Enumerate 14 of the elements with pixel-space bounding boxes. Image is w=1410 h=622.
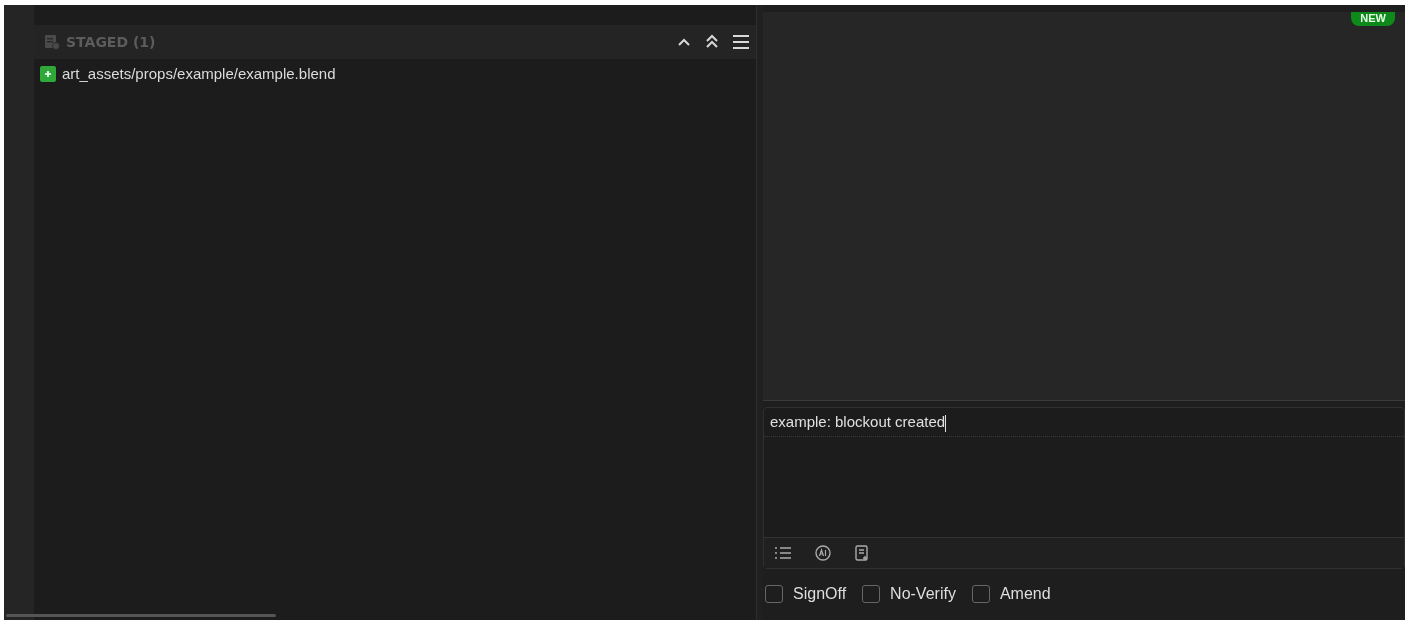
menu-icon[interactable] <box>732 34 750 50</box>
document-icon[interactable] <box>854 544 870 562</box>
staged-list-icon <box>44 34 60 50</box>
option-checkbox[interactable]: SignOff <box>765 585 847 603</box>
ai-icon[interactable] <box>814 544 832 562</box>
new-badge: NEW <box>1351 12 1395 26</box>
list-icon[interactable] <box>774 545 792 561</box>
option-checkbox[interactable]: No-Verify <box>862 585 956 603</box>
section-title: STAGED (1) <box>66 34 156 50</box>
option-checkbox[interactable]: Amend <box>971 585 1051 603</box>
splitter-handle[interactable] <box>756 5 763 620</box>
commit-message-field[interactable]: example: blockout created <box>764 408 1404 437</box>
scrollbar-thumb[interactable] <box>6 614 276 617</box>
file-item[interactable]: art_assets/props/example/example.blend <box>40 65 750 82</box>
